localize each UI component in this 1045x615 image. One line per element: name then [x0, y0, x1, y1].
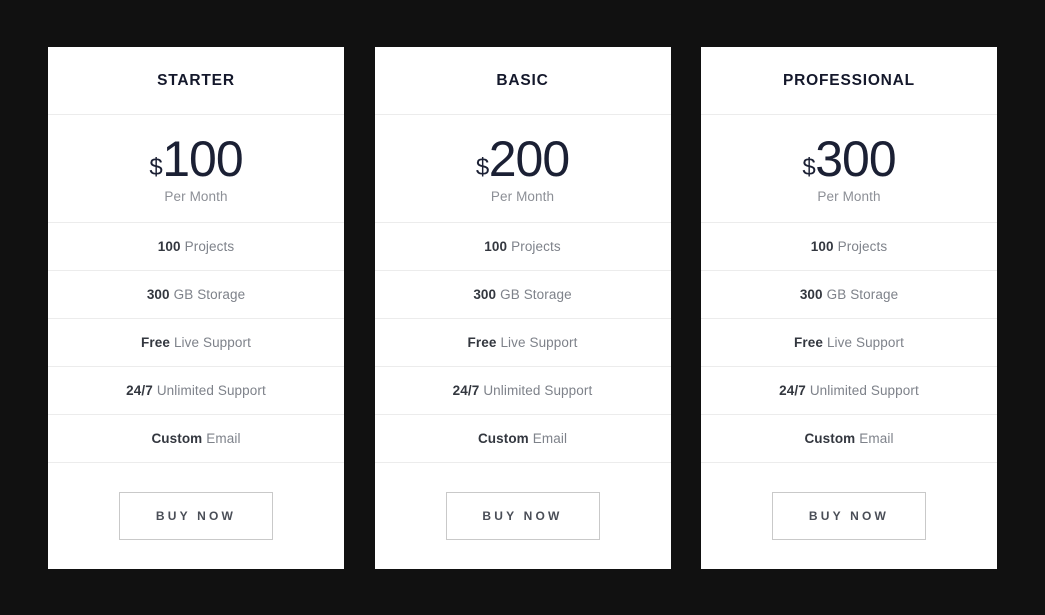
price-amount: 300 [815, 130, 896, 187]
card-header: BASIC [374, 47, 671, 115]
feature-strong: Free [467, 334, 497, 350]
feature-row: 300 GB Storage [374, 271, 671, 319]
feature-row: Free Live Support [374, 319, 671, 367]
feature-strong: Custom [151, 430, 203, 446]
price-amount: 100 [162, 130, 243, 187]
card-header: PROFESSIONAL [701, 47, 997, 115]
pricing-cards-row: STARTER $ 100 Per Month 100 Projects 300… [48, 47, 997, 569]
feature-row: Custom Email [701, 415, 997, 463]
feature-rest: Live Support [826, 334, 904, 350]
feature-strong: 100 [484, 238, 508, 254]
features-list: 100 Projects 300 GB Storage Free Live Su… [48, 223, 344, 463]
feature-strong: Free [141, 334, 170, 350]
feature-rest: Unlimited Support [483, 382, 593, 398]
card-footer: BUY NOW [701, 463, 997, 569]
feature-row: 24/7 Unlimited Support [48, 367, 344, 415]
plan-title: STARTER [157, 71, 235, 89]
feature-strong: 300 [799, 286, 823, 302]
feature-row: 100 Projects [374, 223, 671, 271]
feature-rest: Projects [184, 238, 235, 254]
price-period: Per Month [164, 188, 228, 204]
price-period: Per Month [490, 188, 555, 204]
feature-rest: GB Storage [826, 286, 899, 302]
feature-rest: Email [206, 430, 241, 446]
feature-rest: Email [532, 430, 568, 446]
pricing-card-basic: BASIC $ 200 Per Month 100 Projects 300 G… [374, 47, 671, 569]
pricing-card-starter: STARTER $ 100 Per Month 100 Projects 300… [48, 47, 344, 569]
card-price-block: $ 100 Per Month [48, 115, 344, 223]
price-line: $ 200 [475, 130, 570, 187]
buy-now-button[interactable]: BUY NOW [445, 492, 600, 540]
feature-strong: 24/7 [452, 382, 480, 398]
feature-rest: GB Storage [173, 286, 246, 302]
feature-strong: 100 [157, 238, 181, 254]
plan-title: PROFESSIONAL [783, 71, 915, 89]
feature-row: Free Live Support [701, 319, 997, 367]
price-currency: $ [802, 153, 816, 181]
pricing-card-professional: PROFESSIONAL $ 300 Per Month 100 Project… [701, 47, 997, 569]
feature-rest: Unlimited Support [156, 382, 266, 398]
feature-row: 100 Projects [48, 223, 344, 271]
buy-now-button[interactable]: BUY NOW [772, 492, 926, 540]
feature-rest: GB Storage [500, 286, 572, 302]
feature-strong: 24/7 [779, 382, 806, 398]
feature-row: 100 Projects [701, 223, 997, 271]
feature-rest: Email [859, 430, 894, 446]
buy-now-button[interactable]: BUY NOW [119, 492, 273, 540]
features-list: 100 Projects 300 GB Storage Free Live Su… [374, 223, 671, 463]
plan-title: BASIC [496, 71, 549, 89]
feature-strong: Free [794, 334, 823, 350]
feature-strong: 300 [473, 286, 497, 302]
feature-strong: 100 [810, 238, 834, 254]
feature-rest: Live Support [173, 334, 251, 350]
feature-strong: 300 [146, 286, 170, 302]
price-line: $ 100 [149, 130, 243, 187]
feature-row: Custom Email [48, 415, 344, 463]
feature-rest: Projects [511, 238, 561, 254]
price-amount: 200 [488, 130, 570, 187]
feature-row: 300 GB Storage [48, 271, 344, 319]
feature-row: Free Live Support [48, 319, 344, 367]
card-header: STARTER [48, 47, 344, 115]
feature-rest: Live Support [500, 334, 578, 350]
feature-row: Custom Email [374, 415, 671, 463]
feature-rest: Projects [837, 238, 888, 254]
feature-strong: Custom [477, 430, 529, 446]
card-footer: BUY NOW [48, 463, 344, 569]
feature-row: 300 GB Storage [701, 271, 997, 319]
feature-strong: Custom [804, 430, 856, 446]
price-currency: $ [475, 153, 489, 181]
feature-row: 24/7 Unlimited Support [374, 367, 671, 415]
price-line: $ 300 [802, 130, 896, 187]
price-period: Per Month [817, 188, 881, 204]
feature-strong: 24/7 [126, 382, 153, 398]
price-currency: $ [149, 153, 163, 181]
card-price-block: $ 200 Per Month [374, 115, 671, 223]
pricing-page: STARTER $ 100 Per Month 100 Projects 300… [0, 0, 1045, 615]
feature-rest: Unlimited Support [809, 382, 919, 398]
features-list: 100 Projects 300 GB Storage Free Live Su… [701, 223, 997, 463]
card-price-block: $ 300 Per Month [701, 115, 997, 223]
feature-row: 24/7 Unlimited Support [701, 367, 997, 415]
card-footer: BUY NOW [375, 463, 671, 569]
